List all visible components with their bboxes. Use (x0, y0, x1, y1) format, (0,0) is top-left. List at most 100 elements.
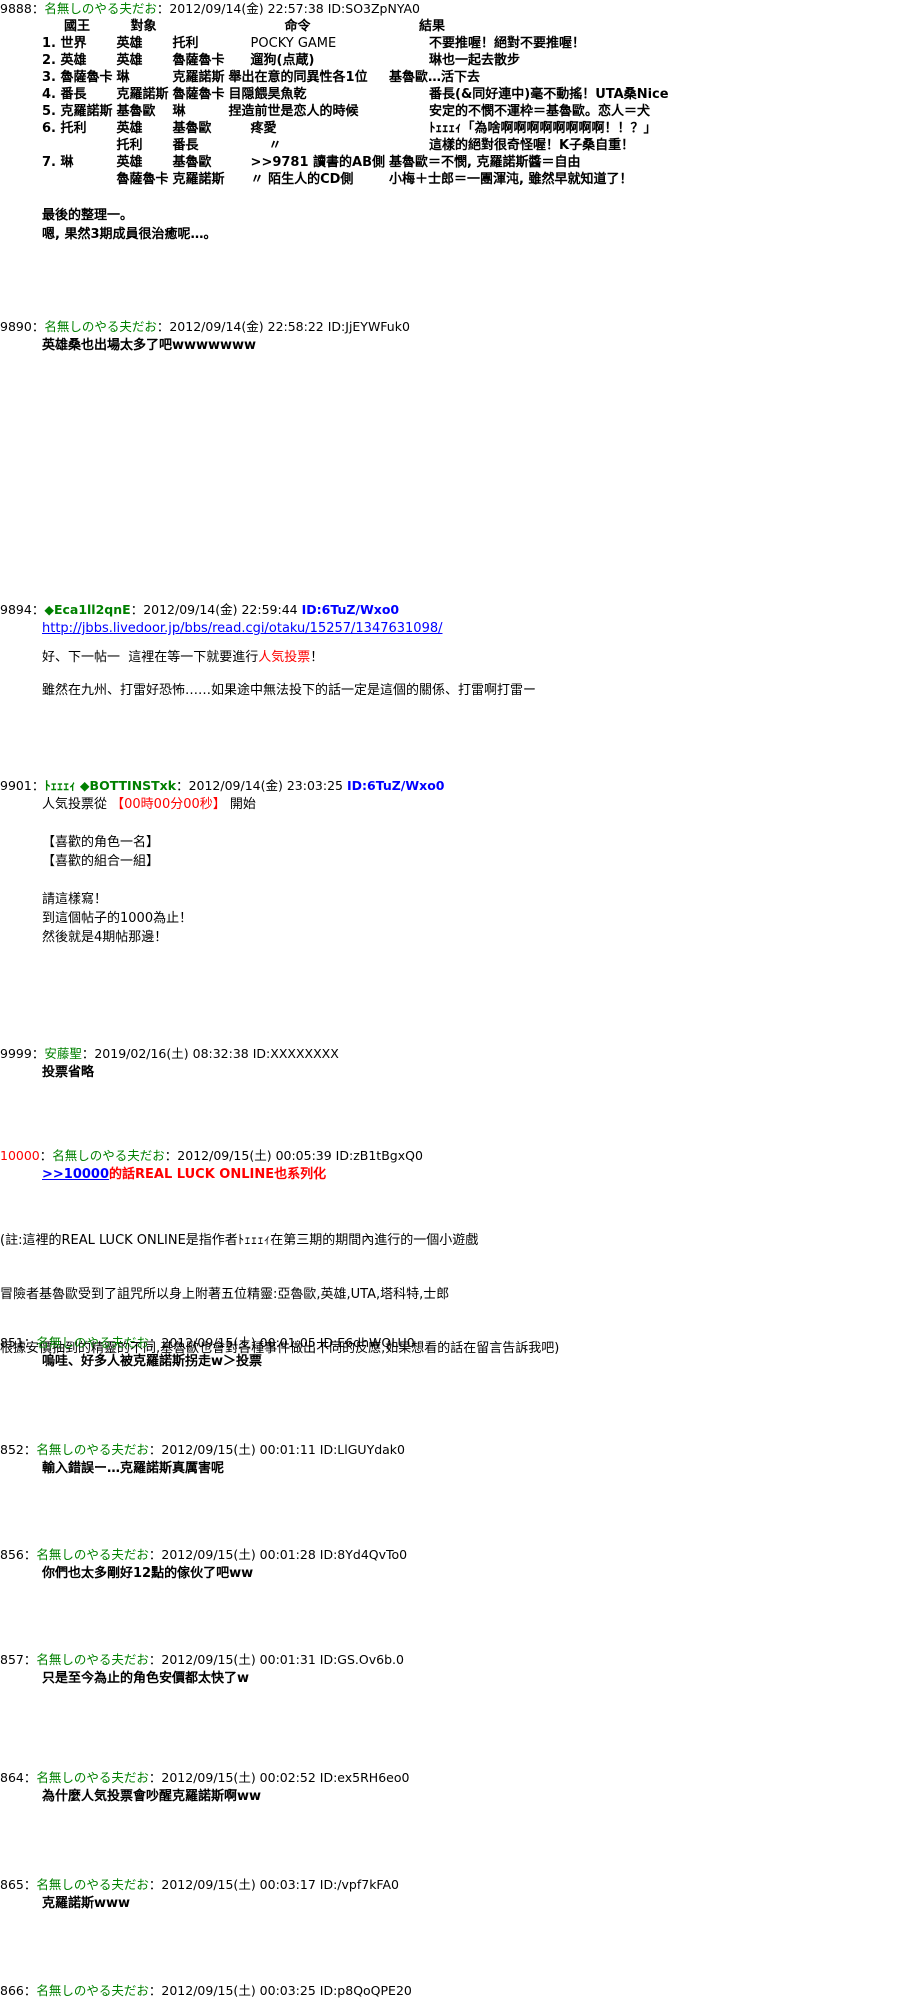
table-row: 3. 魯薩魯卡琳 克羅諾斯 舉出在意的同異性各1位 基魯歐…活下去 (42, 69, 673, 86)
post-number[interactable]: 866 (0, 1983, 24, 1998)
separator: ： (23, 1335, 37, 1350)
post-text-line: 英雄桑也出場太多了吧wwwwwww (42, 338, 257, 353)
post-meta: ：2012/09/15(土) 00:01:31 ID:GS.Ov6b.0 (148, 1652, 404, 1667)
post-9901: 9901：ﾄｪｪｪｨ ◆BOTTINSTxk：2012/09/14(金) 23:… (0, 777, 900, 947)
post-body: 為什麼人気投票會吵醒克羅諾斯啊ww (42, 1787, 900, 1806)
post-body: 你們也太多剛好12點的傢伙了吧ww (42, 1564, 900, 1583)
post-number[interactable]: 856 (0, 1547, 24, 1562)
separator: ： (31, 1046, 45, 1061)
table-row: 4. 番長 克羅諾斯 魯薩魯卡 目隠餵昊魚乾 番長(&同好連中)毫不動搖！UTA桑Nic… (42, 86, 673, 103)
text-fragment: 開始 (225, 797, 256, 812)
post-header: 864：名無しのやる夫だお：2012/09/15(土) 00:02:52 ID:… (0, 1769, 900, 1787)
cell: 基魯歐 (116, 104, 156, 119)
post-number[interactable]: 865 (0, 1877, 24, 1892)
post-text-line: 到這個帖子的1000為止！ (42, 911, 193, 926)
post-9890: 9890：名無しのやる夫だお：2012/09/14(金) 22:58:22 ID… (0, 318, 900, 355)
post-body: 英雄桑也出場太多了吧wwwwwww (42, 336, 900, 355)
post-body: 國王 對象 命令 結果 1. 世界 英雄 托利 POCKY GAME 不要推喔！絕對不要… (42, 18, 900, 244)
post-header: 10000：名無しのやる夫だお：2012/09/15(土) 00:05:39 I… (0, 1147, 900, 1165)
separator: ： (23, 1877, 37, 1892)
cell: 英雄 (116, 53, 143, 68)
post-body: 克羅諾斯www (42, 1894, 900, 1913)
table-row: 魯薩魯卡 克羅諾斯 〃 陌生人的CD側 小梅＋士郎＝一團渾沌, 雖然早就知道了！ (42, 171, 673, 188)
reply-anchor[interactable]: >>10000 (42, 1167, 109, 1182)
note-line: 冒險者基魯歐受到了詛咒所以身上附著五位精靈:亞魯歐,英雄,UTA,塔科特,士郎 (0, 1287, 450, 1302)
note-line: (註:這裡的REAL LUCK ONLINE是指作者ﾄｪｪｪｨ在第三期的期間內進… (0, 1233, 479, 1248)
cell: 基魯歐 (172, 121, 212, 136)
separator: ： (31, 778, 45, 793)
highlight-text: 人気投票 (258, 650, 311, 665)
post-body: >>10000的話REAL LUCK ONLINE也系列化 (42, 1165, 900, 1184)
cell: 4. 番長 (42, 87, 87, 102)
cell: 基魯歐…活下去 (389, 70, 481, 85)
cell: 疼愛 (250, 121, 277, 136)
cell: 英雄 (116, 36, 143, 51)
poster-id: ID:6TuZ/Wxo0 (301, 602, 400, 617)
post-number[interactable]: 9894 (0, 602, 32, 617)
cell: 〃 (268, 138, 282, 153)
post-number[interactable]: 9999 (0, 1046, 32, 1061)
post-text-line (42, 871, 900, 890)
post-body: 人気投票從 【00時00分00秒】 開始 【喜歡的角色一名】 【喜歡的組合一組】… (42, 795, 900, 947)
cell: 5. 克羅諾斯 (42, 104, 113, 119)
cell: 托利 (116, 138, 143, 153)
post-851: 851：名無しのやる夫だお：2012/09/15(土) 00:01:05 ID:… (0, 1334, 900, 1371)
post-number[interactable]: 851 (0, 1335, 24, 1350)
post-number[interactable]: 857 (0, 1652, 24, 1667)
cell: 英雄 (116, 155, 143, 170)
post-meta: ：2012/09/15(土) 00:05:39 ID:zB1tBgxQ0 (164, 1148, 423, 1163)
post-meta: ：2012/09/14(金) 22:59:44 (130, 602, 298, 617)
post-text-line: 投票省略 (42, 1065, 95, 1080)
text-fragment: 好、下一帖一 這裡在等一下就要進行 (42, 650, 259, 665)
cell: ﾄｪｪｪｨ「為啥啊啊啊啊啊啊啊啊！！？」 (429, 121, 657, 136)
post-number[interactable]: 9888 (0, 1, 32, 16)
post-text-line: 【喜歡的角色一名】 (42, 835, 160, 850)
cell: 克羅諾斯 (172, 70, 225, 85)
table-row: 托利 番長 〃 這樣的絕對很奇怪喔！K子桑自重！ (42, 137, 673, 154)
post-meta: ：2012/09/14(金) 22:57:38 ID:SO3ZpNYA0 (156, 1, 420, 16)
post-header: 9888：名無しのやる夫だお：2012/09/14(金) 22:57:38 ID… (0, 0, 900, 18)
post-9894: 9894：◆Eca1ll2qnE：2012/09/14(金) 22:59:44 … (0, 601, 900, 700)
cell: 遛狗(点蔵) (250, 53, 315, 68)
cell: 克羅諾斯 (172, 172, 225, 187)
post-header: 865：名無しのやる夫だお：2012/09/15(土) 00:03:17 ID:… (0, 1876, 900, 1894)
post-meta: ：2012/09/15(土) 00:01:28 ID:8Yd4QvTo0 (148, 1547, 408, 1562)
post-number[interactable]: 10000 (0, 1148, 40, 1163)
poster-name: 名無しのやる夫だお (36, 1442, 149, 1457)
post-text-line: 你們也太多剛好12點的傢伙了吧ww (42, 1566, 254, 1581)
post-text-line: 【喜歡的組合一組】 (42, 854, 160, 869)
post-meta: ：2012/09/15(土) 00:03:17 ID:/vpf7kFA0 (148, 1877, 399, 1892)
separator: ： (23, 1770, 37, 1785)
post-number[interactable]: 864 (0, 1770, 24, 1785)
cell: 魯薩魯卡 (172, 53, 225, 68)
text-fragment: ！ (310, 650, 324, 665)
post-header: 9999：安藤聖：2019/02/16(土) 08:32:38 ID:XXXXX… (0, 1045, 900, 1063)
text-fragment: 人気投票從 (42, 797, 112, 812)
separator: ： (31, 1, 45, 16)
post-number[interactable]: 9901 (0, 778, 32, 793)
cell: 番長 (172, 138, 199, 153)
poster-name: 名無しのやる夫だお (36, 1652, 149, 1667)
post-header: 851：名無しのやる夫だお：2012/09/15(土) 00:01:05 ID:… (0, 1334, 900, 1352)
post-header: 857：名無しのやる夫だお：2012/09/15(土) 00:01:31 ID:… (0, 1651, 900, 1669)
post-857: 857：名無しのやる夫だお：2012/09/15(土) 00:01:31 ID:… (0, 1651, 900, 1688)
post-number[interactable]: 852 (0, 1442, 24, 1457)
cell: 不要推喔！絕對不要推喔！ (429, 36, 586, 51)
king-game-table: 國王 對象 命令 結果 1. 世界 英雄 托利 POCKY GAME 不要推喔！絕對不要… (42, 18, 673, 188)
post-meta: ：2012/09/15(土) 00:02:52 ID:ex5RH6eo0 (148, 1770, 410, 1785)
post-number[interactable]: 9890 (0, 319, 32, 334)
separator: ： (23, 1547, 37, 1562)
table-row: 1. 世界 英雄 托利 POCKY GAME 不要推喔！絕對不要推喔！ (42, 35, 673, 52)
post-text-line: >>10000的話REAL LUCK ONLINE也系列化 (42, 1165, 900, 1184)
poster-trip: ◆Eca1ll2qnE (44, 602, 131, 617)
post-body: http://jbbs.livedoor.jp/bbs/read.cgi/ota… (42, 619, 900, 700)
post-text-line: 輸入錯誤ー…克羅諾斯真厲害呢 (42, 1461, 225, 1476)
poster-name: 名無しのやる夫だお (44, 1, 157, 16)
cell: 捏造前世是恋人的時候 (228, 104, 359, 119)
table-row: 5. 克羅諾斯 基魯歐 琳 捏造前世是恋人的時候 安定的不憫不運枠＝基魯歐。恋人＝犬 (42, 103, 673, 120)
post-header: 852：名無しのやる夫だお：2012/09/15(土) 00:01:11 ID:… (0, 1441, 900, 1459)
thread-link[interactable]: http://jbbs.livedoor.jp/bbs/read.cgi/ota… (42, 621, 443, 636)
cell: 6. 托利 (42, 121, 87, 136)
poster-name: 名無しのやる夫だお (36, 1547, 149, 1562)
separator: ： (31, 319, 45, 334)
